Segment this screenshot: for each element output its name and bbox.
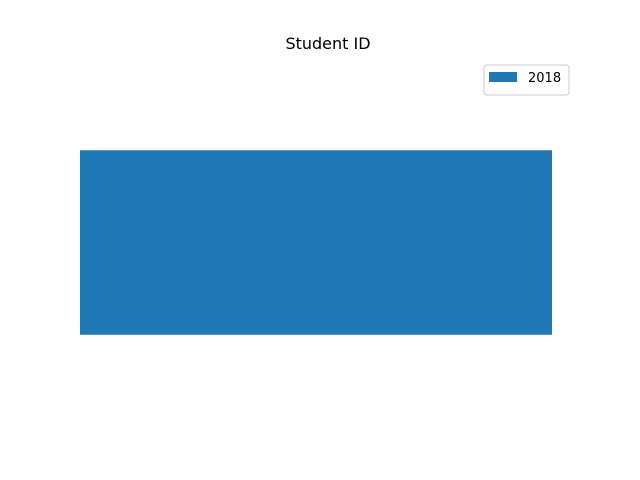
- bar-2018-0: [80, 150, 552, 335]
- legend-label-2018: 2018: [528, 71, 561, 86]
- chart: Student ID 2018: [80, 34, 570, 335]
- legend-swatch-2018: [489, 72, 517, 82]
- legend: 2018: [483, 64, 570, 96]
- chart-title: Student ID: [285, 34, 370, 53]
- plot-area: [80, 150, 552, 335]
